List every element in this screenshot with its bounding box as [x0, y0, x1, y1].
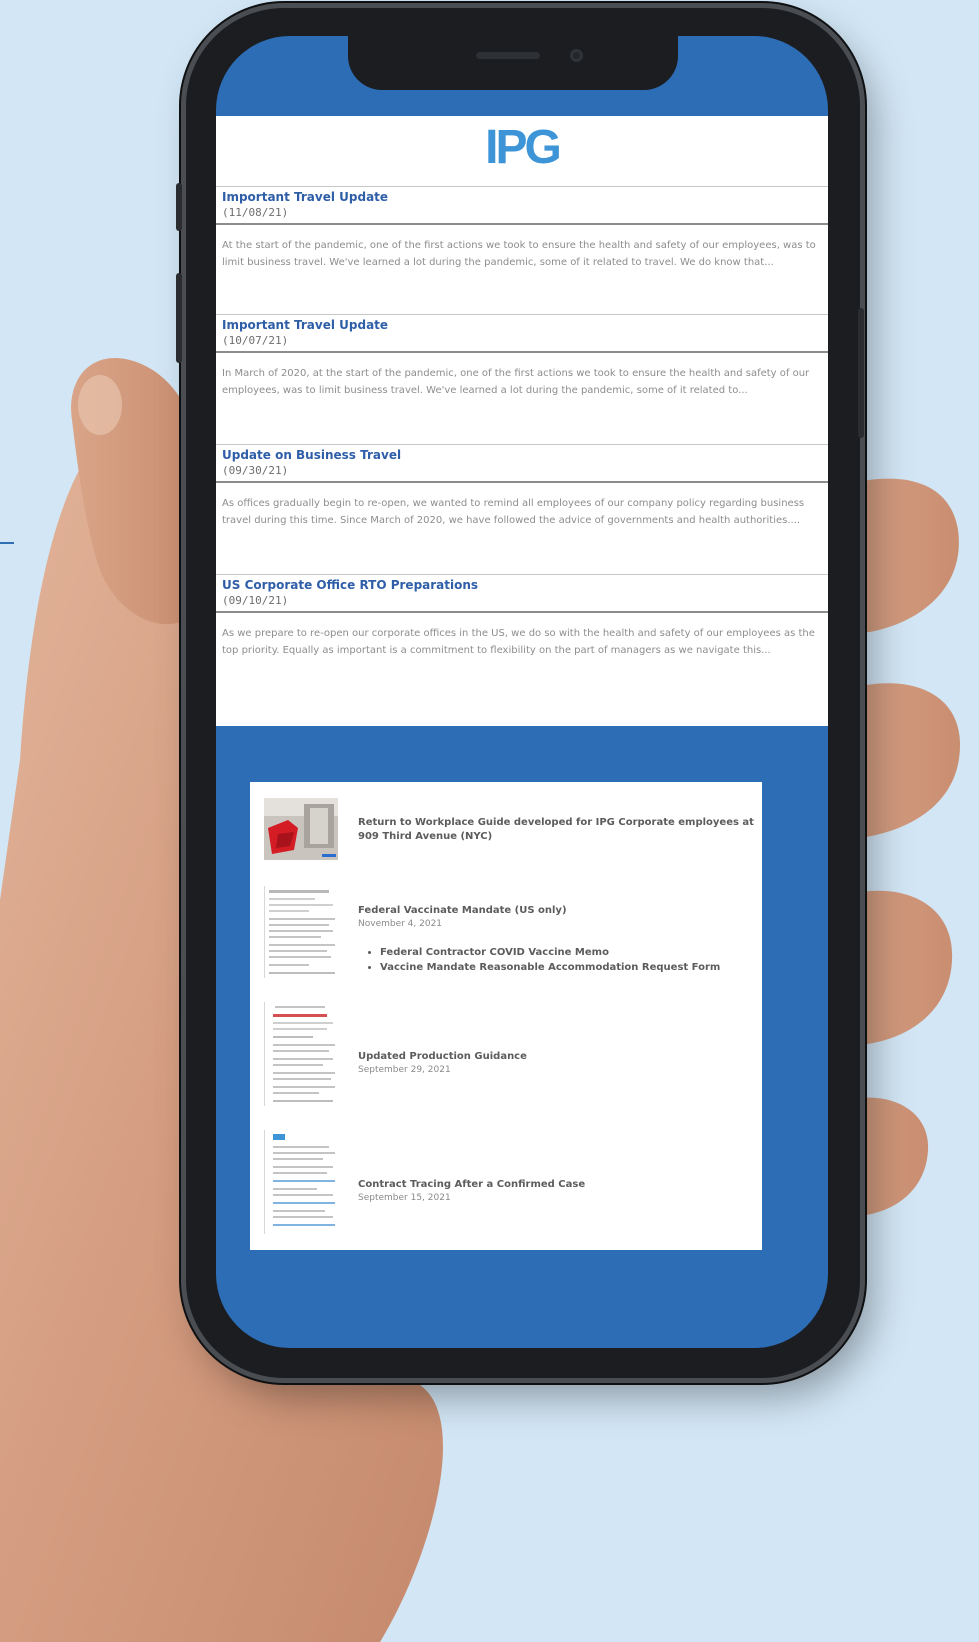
- guidance-page-icon: [273, 1006, 335, 1102]
- memo-page-icon: [269, 890, 335, 974]
- document-thumbnail[interactable]: [264, 1130, 343, 1234]
- background-accent-line: [0, 542, 14, 544]
- document-thumbnail[interactable]: [264, 886, 343, 978]
- news-item[interactable]: US Corporate Office RTO Preparations (09…: [216, 574, 828, 659]
- document-title-link[interactable]: Contract Tracing After a Confirmed Case: [358, 1178, 754, 1192]
- document-text: Updated Production Guidance September 29…: [358, 1050, 754, 1077]
- news-excerpt: In March of 2020, at the start of the pa…: [222, 368, 810, 396]
- office-photo-image: [264, 798, 338, 860]
- news-title-link[interactable]: Important Travel Update: [222, 190, 822, 205]
- news-excerpt: As offices gradually begin to re-open, w…: [222, 498, 805, 526]
- tracing-page-icon: [273, 1134, 335, 1226]
- document-date: September 15, 2021: [358, 1193, 451, 1203]
- document-title-link[interactable]: Updated Production Guidance: [358, 1050, 754, 1064]
- document-text: Return to Workplace Guide developed for …: [358, 816, 754, 844]
- document-text: Contract Tracing After a Confirmed Case …: [358, 1178, 754, 1205]
- news-date: (09/30/21): [222, 464, 289, 477]
- speaker-grille: [476, 52, 540, 59]
- power-button: [858, 308, 864, 438]
- documents-card: Return to Workplace Guide developed for …: [250, 782, 762, 1250]
- document-title-link[interactable]: Federal Vaccinate Mandate (US only): [358, 904, 754, 918]
- accommodation-form-link[interactable]: Vaccine Mandate Reasonable Accommodation…: [380, 960, 754, 975]
- news-header: Update on Business Travel (09/30/21): [216, 444, 828, 483]
- smartphone: IPG Important Travel Update (11/08/21) A…: [176, 8, 864, 1378]
- news-section: IPG Important Travel Update (11/08/21) A…: [216, 116, 828, 726]
- phone-screen: IPG Important Travel Update (11/08/21) A…: [216, 36, 828, 1348]
- document-date: September 29, 2021: [358, 1065, 451, 1075]
- volume-up-button: [176, 183, 182, 231]
- news-header: Important Travel Update (10/07/21): [216, 314, 828, 353]
- phone-notch: [348, 36, 678, 90]
- news-date: (11/08/21): [222, 206, 289, 219]
- news-title-link[interactable]: Update on Business Travel: [222, 448, 822, 463]
- news-item[interactable]: Important Travel Update (11/08/21) At th…: [216, 186, 828, 271]
- front-camera: [570, 49, 583, 62]
- news-header: Important Travel Update (11/08/21): [216, 186, 828, 225]
- memo-link[interactable]: Federal Contractor COVID Vaccine Memo: [380, 945, 754, 960]
- news-header: US Corporate Office RTO Preparations (09…: [216, 574, 828, 613]
- document-thumbnail[interactable]: [264, 798, 342, 860]
- document-thumbnail[interactable]: [264, 1002, 343, 1106]
- news-title-link[interactable]: US Corporate Office RTO Preparations: [222, 578, 822, 593]
- news-date: (09/10/21): [222, 594, 289, 607]
- news-item[interactable]: Important Travel Update (10/07/21) In Ma…: [216, 314, 828, 399]
- news-excerpt: As we prepare to re-open our corporate o…: [222, 628, 815, 656]
- document-date: November 4, 2021: [358, 919, 443, 929]
- document-links-list: Federal Contractor COVID Vaccine Memo Va…: [380, 945, 754, 975]
- news-title-link[interactable]: Important Travel Update: [222, 318, 822, 333]
- news-date: (10/07/21): [222, 334, 289, 347]
- news-item[interactable]: Update on Business Travel (09/30/21) As …: [216, 444, 828, 529]
- document-title-link[interactable]: Return to Workplace Guide developed for …: [358, 816, 754, 844]
- news-excerpt: At the start of the pandemic, one of the…: [222, 240, 816, 268]
- document-text: Federal Vaccinate Mandate (US only) Nove…: [358, 904, 754, 975]
- volume-down-button: [176, 273, 182, 363]
- ipg-logo: IPG: [485, 121, 562, 174]
